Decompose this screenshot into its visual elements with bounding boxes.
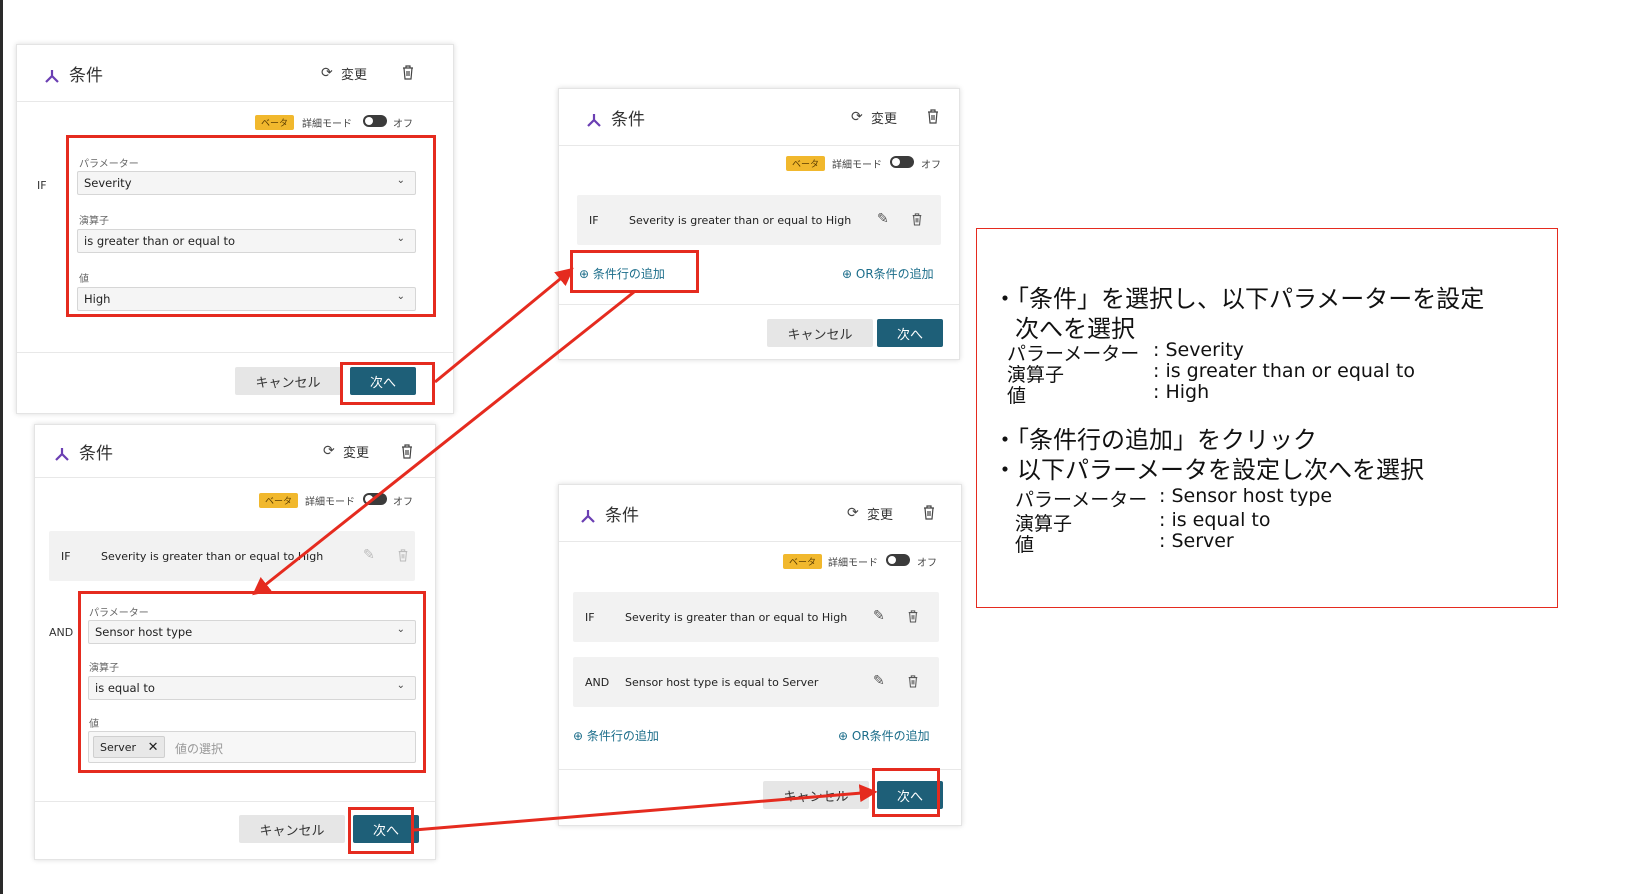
toggle-state-label: オフ bbox=[921, 160, 941, 171]
condition-branch-icon bbox=[587, 114, 601, 127]
add-or-condition-link[interactable]: ⊕ OR条件の追加 bbox=[838, 727, 930, 744]
next-button[interactable]: 次へ bbox=[877, 319, 943, 347]
add-condition-row-link[interactable]: ⊕ 条件行の追加 bbox=[573, 727, 659, 744]
highlight-box-next-step1 bbox=[340, 362, 435, 405]
instruction-param-val-1: : Severity bbox=[1153, 339, 1244, 361]
footer-divider bbox=[35, 801, 435, 802]
footer-divider bbox=[17, 352, 453, 353]
instruction-op-val-2: : is equal to bbox=[1159, 509, 1271, 531]
and-label: AND bbox=[49, 626, 74, 639]
if-keyword: IF bbox=[589, 214, 599, 227]
trash-icon[interactable] bbox=[400, 443, 414, 459]
highlight-box-fields-step3 bbox=[78, 591, 426, 773]
trash-icon[interactable] bbox=[926, 108, 940, 124]
refresh-icon[interactable]: ⟳ bbox=[321, 65, 333, 81]
toggle-state-label: オフ bbox=[393, 497, 413, 508]
add-condition-row-label: 条件行の追加 bbox=[586, 729, 659, 743]
condition-panel-step2: 条件 ⟳ 変更 ベータ 詳細モード オフ IF Severity is grea… bbox=[558, 88, 960, 360]
instruction-param-key-2: パラーメーター bbox=[1015, 489, 1148, 511]
detail-mode-label: 詳細モード bbox=[828, 558, 878, 569]
panel-title: 条件 bbox=[611, 110, 645, 130]
condition-row-and: AND Sensor host type is equal to Server … bbox=[573, 657, 939, 707]
change-button[interactable]: 変更 bbox=[871, 108, 897, 127]
and-keyword: AND bbox=[585, 676, 610, 689]
change-button[interactable]: 変更 bbox=[343, 442, 369, 461]
trash-icon[interactable] bbox=[907, 609, 919, 623]
cancel-button[interactable]: キャンセル bbox=[239, 815, 345, 843]
panel-header: 条件 ⟳ 変更 bbox=[17, 45, 453, 102]
add-or-condition-label: OR条件の追加 bbox=[855, 267, 934, 281]
instructions-box: ・「条件」を選択し、以下パラメーターを設定 次へを選択 パラーメーター : Se… bbox=[976, 228, 1558, 608]
instruction-value-key-1: 値 bbox=[1007, 385, 1027, 407]
if-keyword: IF bbox=[585, 611, 595, 624]
detail-mode-toggle[interactable] bbox=[886, 554, 910, 566]
panel-header: 条件 ⟳ 変更 bbox=[559, 89, 959, 146]
trash-icon[interactable] bbox=[397, 548, 409, 562]
detail-mode-toggle[interactable] bbox=[363, 493, 387, 505]
instruction-line3: ・以下パラーメータを設定し次へを選択 bbox=[993, 456, 1425, 484]
panel-title: 条件 bbox=[69, 66, 103, 86]
pencil-icon[interactable]: ✎ bbox=[363, 547, 375, 563]
condition-text: Sensor host type is equal to Server bbox=[625, 676, 819, 689]
add-or-condition-label: OR条件の追加 bbox=[851, 729, 930, 743]
refresh-icon[interactable]: ⟳ bbox=[847, 505, 859, 521]
panel-title: 条件 bbox=[605, 506, 639, 526]
cancel-button[interactable]: キャンセル bbox=[767, 319, 873, 347]
trash-icon[interactable] bbox=[907, 674, 919, 688]
detail-mode-label: 詳細モード bbox=[832, 160, 882, 171]
trash-icon[interactable] bbox=[922, 504, 936, 520]
highlight-box-fields-step1 bbox=[66, 135, 436, 317]
highlight-box-add-row bbox=[570, 250, 699, 293]
condition-text: Severity is greater than or equal to Hig… bbox=[629, 214, 852, 227]
cancel-button[interactable]: キャンセル bbox=[763, 781, 869, 809]
panel-header: 条件 ⟳ 変更 bbox=[35, 425, 435, 478]
pencil-icon[interactable]: ✎ bbox=[877, 211, 889, 227]
refresh-icon[interactable]: ⟳ bbox=[851, 109, 863, 125]
condition-branch-icon bbox=[581, 510, 595, 523]
plus-circle-icon: ⊕ bbox=[842, 267, 856, 281]
detail-mode-toggle[interactable] bbox=[363, 115, 387, 127]
plus-circle-icon: ⊕ bbox=[838, 729, 852, 743]
beta-badge: ベータ bbox=[786, 156, 826, 171]
highlight-box-next-step4 bbox=[872, 768, 940, 817]
beta-badge: ベータ bbox=[255, 115, 295, 130]
condition-branch-icon bbox=[55, 448, 69, 461]
beta-badge: ベータ bbox=[259, 493, 299, 508]
condition-text: Severity is greater than or equal to Hig… bbox=[101, 550, 324, 563]
detail-mode-toggle[interactable] bbox=[890, 156, 914, 168]
panel-title: 条件 bbox=[79, 444, 113, 464]
left-edge-bar bbox=[0, 0, 3, 894]
instruction-value-val-2: : Server bbox=[1159, 530, 1234, 552]
instruction-op-val-1: : is greater than or equal to bbox=[1153, 360, 1415, 382]
instruction-value-val-1: : High bbox=[1153, 381, 1210, 403]
detail-mode-label: 詳細モード bbox=[305, 497, 355, 508]
add-or-condition-link[interactable]: ⊕ OR条件の追加 bbox=[842, 265, 934, 282]
footer-divider bbox=[559, 304, 959, 305]
condition-row-if: IF Severity is greater than or equal to … bbox=[577, 195, 941, 245]
toggle-state-label: オフ bbox=[917, 558, 937, 569]
condition-branch-icon bbox=[45, 70, 59, 83]
pencil-icon[interactable]: ✎ bbox=[873, 673, 885, 689]
instruction-value-key-2: 値 bbox=[1015, 534, 1035, 556]
condition-text: Severity is greater than or equal to Hig… bbox=[625, 611, 848, 624]
refresh-icon[interactable]: ⟳ bbox=[323, 443, 335, 459]
condition-row-if: IF Severity is greater than or equal to … bbox=[49, 531, 415, 581]
beta-badge: ベータ bbox=[783, 554, 823, 569]
detail-mode-label: 詳細モード bbox=[302, 119, 352, 130]
condition-row-if: IF Severity is greater than or equal to … bbox=[573, 592, 939, 642]
highlight-box-next-step3 bbox=[348, 807, 414, 854]
if-label: IF bbox=[37, 179, 47, 192]
if-keyword: IF bbox=[61, 550, 71, 563]
plus-circle-icon: ⊕ bbox=[573, 729, 587, 743]
arrow-step1-to-step2 bbox=[434, 267, 574, 384]
toggle-state-label: オフ bbox=[393, 119, 413, 130]
trash-icon[interactable] bbox=[401, 64, 415, 80]
pencil-icon[interactable]: ✎ bbox=[873, 608, 885, 624]
change-button[interactable]: 変更 bbox=[341, 64, 367, 83]
panel-header: 条件 ⟳ 変更 bbox=[559, 485, 961, 542]
change-button[interactable]: 変更 bbox=[867, 504, 893, 523]
trash-icon[interactable] bbox=[911, 212, 923, 226]
instruction-param-val-2: : Sensor host type bbox=[1159, 485, 1333, 507]
cancel-button[interactable]: キャンセル bbox=[235, 367, 341, 395]
